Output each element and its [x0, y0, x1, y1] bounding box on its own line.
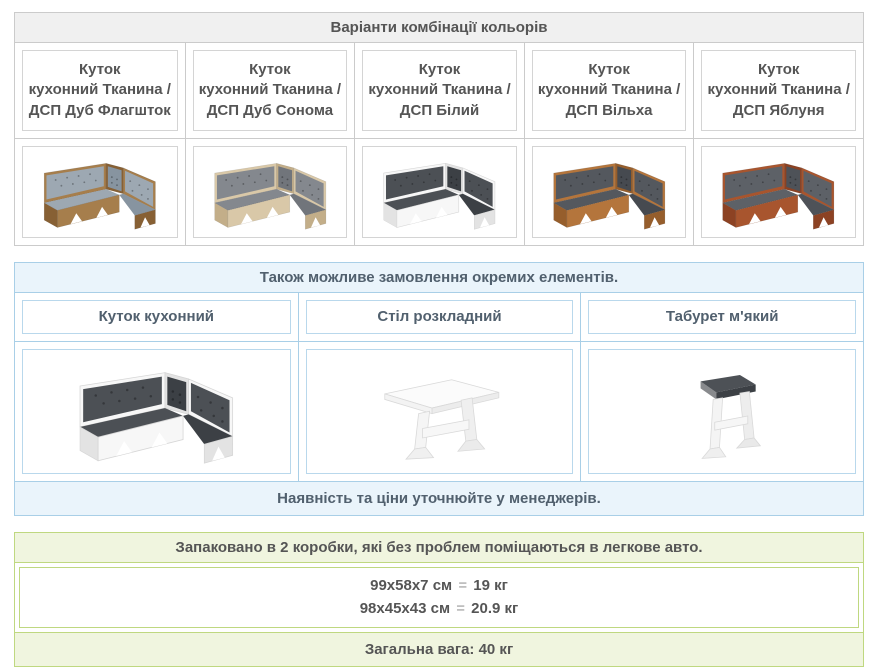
total-weight: Загальна вага: 40 кг [15, 632, 863, 666]
soft-stool-image [588, 349, 856, 474]
variant-image-cell [693, 139, 863, 245]
variant-title-line: ДСП Дуб Сонома [199, 101, 341, 121]
product-description-page: Варіанти комбінації кольорів Кутоккухонн… [0, 0, 878, 667]
variant-title-yablunya: Кутоккухонний Тканина /ДСП Яблуня [701, 50, 856, 131]
corner-bench-image-vilkha [532, 146, 687, 238]
packing-dimensions-row: 99х58х7 см = 19 кг 98х45х43 см = 20.9 кг [15, 563, 863, 632]
element-image-cell [580, 342, 863, 481]
variant-title-line: Куток [368, 60, 510, 80]
variant-title-line: ДСП Яблуня [708, 101, 850, 121]
element-title-cell: Стіл розкладний [298, 293, 581, 341]
element-title-corner-bench: Куток кухонний [22, 300, 291, 334]
variant-title-line: кухонний Тканина / [199, 80, 341, 100]
element-title-cell: Куток кухонний [15, 293, 298, 341]
variant-title-vilkha: Кутоккухонний Тканина /ДСП Вільха [532, 50, 687, 131]
variant-image-cell [15, 139, 185, 245]
variant-title-cell: Кутоккухонний Тканина /ДСП Вільха [524, 43, 694, 138]
corner-bench-image-dub-sonoma [193, 146, 348, 238]
variant-title-cell: Кутоккухонний Тканина /ДСП Дуб Флагшток [15, 43, 185, 138]
folding-table-image [306, 349, 574, 474]
packing-header: Запаковано в 2 коробки, які без проблем … [15, 533, 863, 563]
variant-image-cell [524, 139, 694, 245]
variant-titles-row: Кутоккухонний Тканина /ДСП Дуб Флагшток … [15, 43, 863, 138]
element-image-cell [15, 342, 298, 481]
variant-title-line: Куток [199, 60, 341, 80]
element-image-cell [298, 342, 581, 481]
element-images-row [15, 341, 863, 481]
corner-bench-image-bilyi [362, 146, 517, 238]
variant-image-cell [354, 139, 524, 245]
equals-sign: = [454, 600, 467, 617]
color-variants-header: Варіанти комбінації кольорів [15, 13, 863, 43]
availability-note: Наявність та ціни уточнюйте у менеджерів… [15, 481, 863, 515]
variant-title-line: кухонний Тканина / [708, 80, 850, 100]
variant-title-line: ДСП Білий [368, 101, 510, 121]
corner-bench-image-yablunya [701, 146, 856, 238]
variant-title-cell: Кутоккухонний Тканина /ДСП Дуб Сонома [185, 43, 355, 138]
box-dimensions-2: 98х45х43 см = 20.9 кг [360, 597, 519, 620]
packing-dimensions-box: 99х58х7 см = 19 кг 98х45х43 см = 20.9 кг [19, 567, 859, 628]
equals-sign: = [456, 577, 469, 594]
element-title-cell: Табурет м'який [580, 293, 863, 341]
color-variants-section: Варіанти комбінації кольорів Кутоккухонн… [14, 12, 864, 246]
variant-title-line: Куток [708, 60, 850, 80]
variant-images-row [15, 138, 863, 245]
variant-title-line: кухонний Тканина / [368, 80, 510, 100]
corner-bench-white-image [22, 349, 291, 474]
variant-title-dub-flagshtok: Кутоккухонний Тканина /ДСП Дуб Флагшток [22, 50, 178, 131]
variant-title-line: ДСП Дуб Флагшток [29, 101, 171, 121]
separate-elements-header: Також можливе замовлення окремих елемент… [15, 263, 863, 293]
box-weight: 20.9 кг [471, 600, 518, 617]
separate-elements-section: Також можливе замовлення окремих елемент… [14, 262, 864, 516]
variant-title-line: кухонний Тканина / [29, 80, 171, 100]
element-title-soft-stool: Табурет м'який [588, 300, 856, 334]
box-dimensions-1: 99х58х7 см = 19 кг [370, 574, 508, 597]
variant-title-cell: Кутоккухонний Тканина /ДСП Яблуня [693, 43, 863, 138]
variant-title-dub-sonoma: Кутоккухонний Тканина /ДСП Дуб Сонома [193, 50, 348, 131]
box-size: 98х45х43 см [360, 600, 450, 617]
variant-title-line: Куток [538, 60, 680, 80]
variant-title-line: Куток [29, 60, 171, 80]
corner-bench-image-dub-flagshtok [22, 146, 178, 238]
variant-title-line: ДСП Вільха [538, 101, 680, 121]
element-titles-row: Куток кухонний Стіл розкладний Табурет м… [15, 293, 863, 341]
variant-title-line: кухонний Тканина / [538, 80, 680, 100]
packing-section: Запаковано в 2 коробки, які без проблем … [14, 532, 864, 667]
variant-image-cell [185, 139, 355, 245]
variant-title-bilyi: Кутоккухонний Тканина /ДСП Білий [362, 50, 517, 131]
box-weight: 19 кг [473, 577, 508, 594]
box-size: 99х58х7 см [370, 577, 452, 594]
element-title-folding-table: Стіл розкладний [306, 300, 574, 334]
variant-title-cell: Кутоккухонний Тканина /ДСП Білий [354, 43, 524, 138]
